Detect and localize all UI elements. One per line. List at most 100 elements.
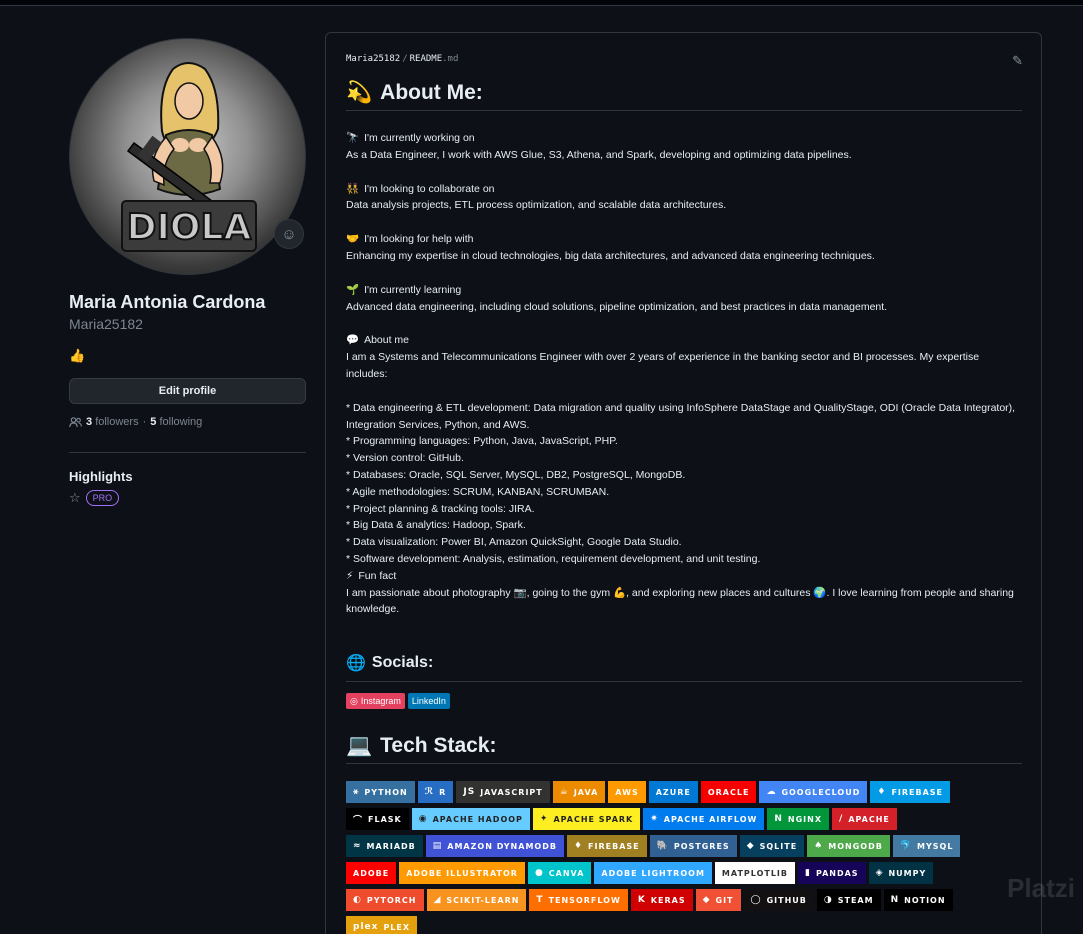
section-title: I'm looking for help with <box>364 233 474 246</box>
pro-badge[interactable]: PRO <box>85 490 120 506</box>
tech-badge-label: TENSORFLOW <box>548 895 621 905</box>
followers-link[interactable]: 3 followers <box>86 416 139 428</box>
tech-badge-apache-airflow[interactable]: ✷ APACHE AIRFLOW <box>643 808 765 830</box>
profile-username: Maria25182 <box>69 316 143 332</box>
tech-badge-label: ADOBE <box>353 868 390 878</box>
tech-badge-nginx[interactable]: N NGINX <box>767 808 830 830</box>
tech-badge-github[interactable]: ◯ GITHUB <box>743 889 814 911</box>
tech-badge-label: CANVA <box>548 868 585 878</box>
tech-badge-scikit-learn[interactable]: ◢ SCIKIT-LEARN <box>426 889 527 911</box>
crumb-user-link[interactable]: Maria25182 <box>346 54 400 64</box>
tech-badge-adobe-lightroom[interactable]: ADOBE LIGHTROOM <box>594 862 712 884</box>
tech-badge-label: NOTION <box>904 895 946 905</box>
tech-badge-mysql[interactable]: 🐬 MYSQL <box>892 835 961 857</box>
tech-badge-azure[interactable]: AZURE <box>648 781 698 803</box>
tech-badge-adobe[interactable]: ADOBE <box>346 862 397 884</box>
tech-stack-row: ◐ PYTORCH ◢ SCIKIT-LEARN T TENSORFLOW K KERAS ◆ G… <box>346 889 1026 911</box>
tech-badge-apache-hadoop[interactable]: ◉ APACHE HADOOP <box>411 808 530 830</box>
tech-badge-label: GOOGLECLOUD <box>781 787 861 797</box>
tech-badge-icon: ℛ <box>424 787 435 797</box>
tech-badge-mongodb[interactable]: ♠ MONGODB <box>807 835 890 857</box>
profile-sidebar: DIOLA ☺ Maria Antonia Cardona Maria25182… <box>69 38 306 506</box>
tech-badge-label: FLASK <box>368 814 402 824</box>
tech-badge-aws[interactable]: AWS <box>608 781 646 803</box>
about-content: 🔭 I'm currently working on As a Data Engi… <box>346 130 1022 618</box>
tech-badge-python[interactable]: ⚹ PYTHON <box>346 781 415 803</box>
tech-badge-label: STEAM <box>837 895 874 905</box>
section-learning: 🌱 I'm currently learning Advanced data en… <box>346 282 1022 316</box>
tech-badge-pytorch[interactable]: ◐ PYTORCH <box>346 889 424 911</box>
bullet-item: * Big Data & analytics: Hadoop, Spark. <box>346 519 526 532</box>
tech-badge-javascript[interactable]: JS JAVASCRIPT <box>456 781 550 803</box>
tech-badge-label: JAVA <box>573 787 599 797</box>
tech-badge-flask[interactable]: ⌒ FLASK <box>346 808 409 830</box>
edit-profile-button[interactable]: Edit profile <box>69 378 306 404</box>
tech-badge-oracle[interactable]: ORACLE <box>700 781 757 803</box>
speech-bubble-icon: 💬 <box>346 334 360 347</box>
tech-badge-steam[interactable]: ◑ STEAM <box>816 889 881 911</box>
tech-badge-numpy[interactable]: ◈ NUMPY <box>868 862 934 884</box>
tech-badge-apache[interactable]: / APACHE <box>832 808 897 830</box>
tech-badge-apache-spark[interactable]: ✦ APACHE SPARK <box>532 808 641 830</box>
tech-badge-label: GITHUB <box>766 895 807 905</box>
tech-badge-label: APACHE <box>848 814 890 824</box>
tech-badge-java[interactable]: ☕ JAVA <box>552 781 606 803</box>
tech-badge-label: ADOBE LIGHTROOM <box>601 868 705 878</box>
crumb-separator: / <box>402 54 408 64</box>
tech-badge-icon: ☕ <box>559 787 569 797</box>
instagram-badge[interactable]: ◎ Instagram <box>346 693 405 709</box>
tech-badge-adobe-illustrator[interactable]: ADOBE ILLUSTRATOR <box>399 862 525 884</box>
tech-badge-label: MARIADB <box>366 841 416 851</box>
tech-badge-firebase[interactable]: ♦ FIREBASE <box>566 835 647 857</box>
tech-badge-label: ADOBE ILLUSTRATOR <box>406 868 518 878</box>
tech-badge-icon: ◑ <box>823 895 833 905</box>
tech-badge-postgres[interactable]: 🐘 POSTGRES <box>649 835 737 857</box>
tech-badge-sqlite[interactable]: ◆ SQLITE <box>739 835 805 857</box>
tech-badge-git[interactable]: ◆ GIT <box>695 889 741 911</box>
highlights-row: ☆ PRO <box>69 490 306 506</box>
tech-badge-icon: ≈ <box>353 841 362 851</box>
tech-badge-icon: ⌒ <box>353 815 364 826</box>
section-title: About me <box>364 334 410 347</box>
tech-badge-icon: ☁ <box>766 787 777 797</box>
tech-badge-plex[interactable]: plex PLEX <box>346 916 418 934</box>
tech-badge-icon: K <box>637 895 646 905</box>
section-text: Advanced data engineering, including clo… <box>346 300 888 313</box>
tech-badge-label: FIREBASE <box>891 787 944 797</box>
tech-stack-row: ADOBE ADOBE ILLUSTRATOR ● CANVA ADOBE LIGHTR… <box>346 862 1026 884</box>
tech-badge-canva[interactable]: ● CANVA <box>527 862 592 884</box>
tech-badge-notion[interactable]: N NOTION <box>883 889 953 911</box>
tech-badge-label: NGINX <box>787 814 823 824</box>
avatar-logo-text: DIOLA <box>127 207 252 248</box>
crumb-file: README <box>409 54 443 64</box>
tech-badge-label: PANDAS <box>815 868 859 878</box>
linkedin-badge[interactable]: LinkedIn <box>407 693 450 709</box>
section-text: As a Data Engineer, I work with AWS Glue… <box>346 148 852 161</box>
tech-badge-icon: ◆ <box>702 895 711 905</box>
profile-bio: 👍 <box>69 348 86 363</box>
tech-badge-icon: ◐ <box>353 895 362 905</box>
section-text: Enhancing my expertise in cloud technolo… <box>346 249 875 262</box>
tech-badge-pandas[interactable]: ▮ PANDAS <box>798 862 866 884</box>
about-heading: 💫 About Me: <box>346 81 1022 111</box>
tech-badge-amazon-dynamodb[interactable]: ▤ AMAZON DYNAMODB <box>425 835 564 857</box>
tech-badge-r[interactable]: ℛR <box>417 781 454 803</box>
tech-badge-mariadb[interactable]: ≈ MARIADB <box>346 835 423 857</box>
tech-badge-label: GIT <box>715 895 734 905</box>
tech-badge-keras[interactable]: K KERAS <box>630 889 693 911</box>
tech-badge-googlecloud[interactable]: ☁ GOOGLECLOUD <box>759 781 868 803</box>
edit-readme-pencil-icon[interactable]: ✎ <box>1012 53 1023 69</box>
section-title: I'm looking to collaborate on <box>364 182 495 195</box>
tech-badge-tensorflow[interactable]: T TENSORFLOW <box>529 889 628 911</box>
tech-badge-icon: N <box>890 895 900 905</box>
bullet-item: * Databases: Oracle, SQL Server, MySQL, … <box>346 468 686 481</box>
tech-badge-firebase[interactable]: ♦ FIREBASE <box>870 781 951 803</box>
tech-badge-label: MONGODB <box>828 841 883 851</box>
socials-heading-text: Socials: <box>371 654 434 671</box>
tech-badge-label: PLEX <box>383 922 411 932</box>
socials-badges: ◎ Instagram LinkedIn <box>346 693 450 709</box>
following-link[interactable]: 5 following <box>150 416 202 428</box>
tech-badge-matplotlib[interactable]: MATPLOTLIB <box>714 862 795 884</box>
set-status-button[interactable]: ☺ <box>274 219 304 249</box>
avatar[interactable]: DIOLA <box>69 38 306 275</box>
